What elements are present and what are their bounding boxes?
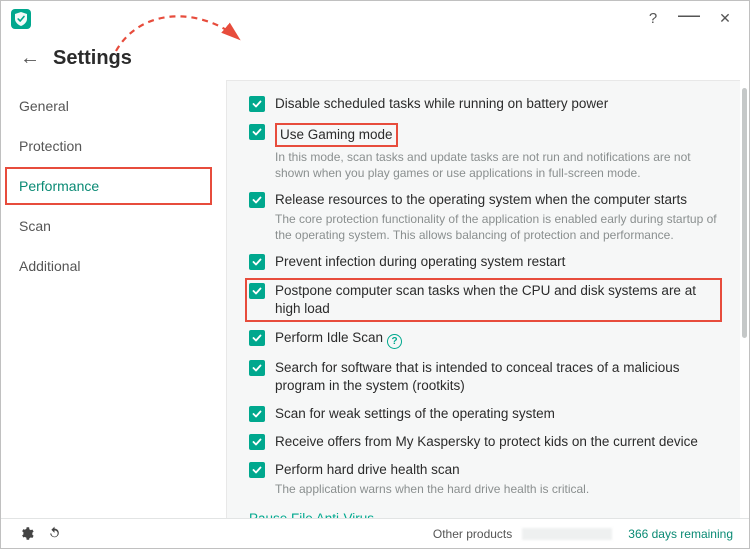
option-postpone: Postpone computer scan tasks when the CP… — [249, 281, 720, 319]
sidebar: General Protection Performance Scan Addi… — [1, 80, 226, 518]
option-label: Disable scheduled tasks while running on… — [275, 95, 720, 113]
header: ← Settings — [1, 36, 749, 80]
option-gaming: Use Gaming mode In this mode, scan tasks… — [249, 123, 720, 181]
titlebar: ? — ✕ — [1, 1, 749, 36]
option-desc: In this mode, scan tasks and update task… — [275, 149, 720, 181]
scrollbar[interactable] — [740, 80, 749, 518]
checkbox-battery[interactable] — [249, 96, 265, 112]
checkbox-prevent[interactable] — [249, 254, 265, 270]
option-label: Perform Idle Scan — [275, 330, 383, 345]
sidebar-item-performance[interactable]: Performance — [1, 166, 226, 206]
option-hdd: Perform hard drive health scan The appli… — [249, 461, 720, 497]
sidebar-item-label: Protection — [19, 138, 82, 154]
option-desc: The core protection functionality of the… — [275, 211, 720, 243]
app-window: ? — ✕ ← Settings General Protection Perf… — [0, 0, 750, 549]
sidebar-item-label: General — [19, 98, 69, 114]
option-weak: Scan for weak settings of the operating … — [249, 405, 720, 423]
app-logo-icon — [11, 9, 31, 29]
help-button[interactable]: ? — [635, 5, 671, 33]
page-title: Settings — [53, 47, 132, 70]
checkbox-postpone[interactable] — [249, 283, 265, 299]
gear-icon[interactable] — [17, 525, 35, 543]
annotation-highlight-gaming: Use Gaming mode — [275, 123, 398, 147]
scrollbar-thumb[interactable] — [742, 88, 747, 338]
sidebar-item-protection[interactable]: Protection — [1, 126, 226, 166]
option-label: Release resources to the operating syste… — [275, 191, 720, 209]
checkbox-release[interactable] — [249, 192, 265, 208]
option-label: Search for software that is intended to … — [275, 359, 720, 395]
sidebar-item-additional[interactable]: Additional — [1, 246, 226, 286]
content-wrap: Disable scheduled tasks while running on… — [226, 80, 749, 518]
sidebar-item-label: Scan — [19, 218, 51, 234]
back-button[interactable]: ← — [13, 41, 47, 75]
option-desc: The application warns when the hard driv… — [275, 481, 720, 497]
option-label: Receive offers from My Kaspersky to prot… — [275, 433, 720, 451]
product-name-blurred — [522, 528, 612, 540]
other-products-link[interactable]: Other products — [433, 527, 512, 541]
checkbox-gaming[interactable] — [249, 124, 265, 140]
option-prevent: Prevent infection during operating syste… — [249, 253, 720, 271]
checkbox-hdd[interactable] — [249, 462, 265, 478]
minimize-button[interactable]: — — [671, 1, 707, 29]
checkbox-offers[interactable] — [249, 434, 265, 450]
checkbox-weak[interactable] — [249, 406, 265, 422]
close-button[interactable]: ✕ — [707, 5, 743, 33]
sidebar-item-scan[interactable]: Scan — [1, 206, 226, 246]
license-days-remaining[interactable]: 366 days remaining — [628, 527, 733, 541]
option-label: Use Gaming mode — [280, 127, 393, 142]
checkbox-idle[interactable] — [249, 330, 265, 346]
sidebar-item-label: Performance — [19, 178, 99, 194]
option-idle: Perform Idle Scan? — [249, 329, 720, 349]
body: General Protection Performance Scan Addi… — [1, 80, 749, 518]
option-release: Release resources to the operating syste… — [249, 191, 720, 243]
help-icon[interactable]: ? — [387, 334, 402, 349]
option-label: Scan for weak settings of the operating … — [275, 405, 720, 423]
option-rootkits: Search for software that is intended to … — [249, 359, 720, 395]
option-offers: Receive offers from My Kaspersky to prot… — [249, 433, 720, 451]
option-label: Postpone computer scan tasks when the CP… — [275, 282, 720, 318]
refresh-icon[interactable] — [45, 525, 63, 543]
sidebar-item-general[interactable]: General — [1, 86, 226, 126]
pause-antivirus-link[interactable]: Pause File Anti-Virus — [249, 511, 374, 518]
option-label: Perform hard drive health scan — [275, 461, 720, 479]
settings-content: Disable scheduled tasks while running on… — [226, 80, 740, 518]
option-battery: Disable scheduled tasks while running on… — [249, 95, 720, 113]
option-label: Prevent infection during operating syste… — [275, 253, 720, 271]
sidebar-item-label: Additional — [19, 258, 81, 274]
statusbar: Other products 366 days remaining — [1, 518, 749, 548]
checkbox-rootkits[interactable] — [249, 360, 265, 376]
